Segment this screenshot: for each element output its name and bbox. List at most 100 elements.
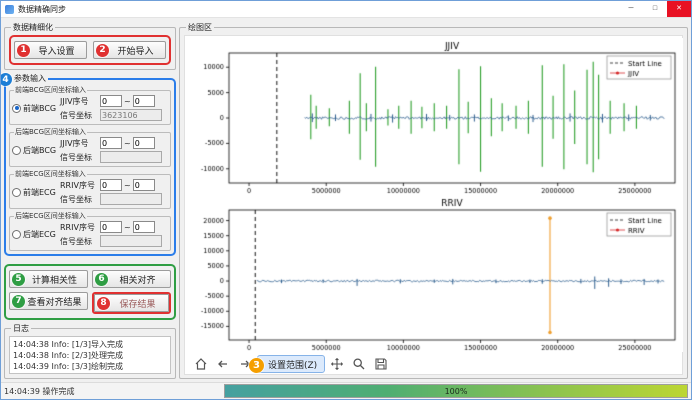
step-8-badge: 8	[97, 297, 110, 310]
channel-radio[interactable]: 后端ECG	[12, 229, 58, 240]
action-button-label: 相关对齐	[119, 273, 155, 286]
step-6-badge: 6	[95, 273, 108, 286]
log-line: 14:04:38 Info: [1/3]导入完成	[13, 339, 167, 350]
home-icon	[194, 357, 208, 371]
status-bar: 14:04:39 操作完成 100%	[1, 382, 691, 399]
figure-area: 3 设置范围(Z)	[184, 35, 683, 375]
param-section-label: 前端ECG区间坐标输入	[14, 169, 87, 179]
log-list[interactable]: 14:04:38 Info: [1/3]导入完成14:04:38 Info: […	[9, 336, 171, 374]
save-result-button[interactable]: 8 保存结果	[94, 294, 169, 312]
signal-coord-label: 信号坐标	[60, 236, 98, 247]
range-tilde: ~	[124, 181, 131, 190]
param-section-label: 后端BCG区间坐标输入	[14, 127, 87, 137]
index-range-label: JJIV序号	[60, 138, 98, 149]
param-section: 后端ECG区间坐标输入 后端ECG RRIV序号 ~ 信号坐标	[9, 216, 171, 251]
step-5-badge: 5	[12, 273, 25, 286]
pan-button[interactable]	[327, 354, 347, 374]
pan-icon	[330, 357, 344, 371]
save-figure-button[interactable]	[371, 354, 391, 374]
radio-label: 前端ECG	[23, 187, 56, 198]
param-section: 后端BCG区间坐标输入 后端BCG JJIV序号 ~ 信号坐标	[9, 132, 171, 167]
rriv-chart-canvas[interactable]	[185, 195, 683, 352]
signal-coord-label: 信号坐标	[60, 110, 98, 121]
action-button[interactable]: 5 计算相关性	[9, 270, 88, 288]
start-import-button[interactable]: 2 开始导入	[93, 41, 166, 59]
app-icon	[5, 5, 14, 14]
index-end-input[interactable]	[133, 137, 155, 149]
range-tilde: ~	[124, 139, 131, 148]
action-button[interactable]: 7查看对齐结果	[9, 292, 88, 310]
param-sections: 前端BCG区间坐标输入 前端BCG JJIV序号 ~ 信号坐标 后端BCG区间坐…	[9, 90, 171, 251]
action-button-label: 查看对齐结果	[27, 295, 81, 308]
index-start-input[interactable]	[100, 221, 122, 233]
index-end-input[interactable]	[133, 179, 155, 191]
back-arrow-icon	[216, 357, 230, 371]
app-window: 数据精确同步 ─ □ ✕ 数据精细化 1 导入设置 2 开始导入	[0, 0, 692, 400]
zoom-button[interactable]	[349, 354, 369, 374]
window-title: 数据精确同步	[18, 4, 615, 15]
set-range-button[interactable]: 3 设置范围(Z)	[257, 355, 325, 373]
radio-label: 后端ECG	[23, 229, 56, 240]
signal-coord-input[interactable]	[100, 109, 162, 121]
window-controls: ─ □ ✕	[619, 1, 691, 17]
radio-icon	[12, 146, 21, 155]
signal-coord-input[interactable]	[100, 235, 162, 247]
minimize-button[interactable]: ─	[619, 1, 643, 17]
left-panel: 数据精细化 1 导入设置 2 开始导入 参数输入 4 前端BCG区间坐标输入	[4, 21, 176, 379]
import-group-label: 数据精细化	[11, 22, 55, 33]
import-group: 数据精细化 1 导入设置 2 开始导入	[4, 27, 176, 70]
radio-icon	[12, 188, 21, 197]
param-section-label: 前端BCG区间坐标输入	[14, 85, 87, 95]
import-settings-label: 导入设置	[38, 44, 74, 57]
log-group-label: 日志	[11, 323, 31, 334]
plot-panel-label: 绘图区	[186, 22, 214, 33]
step-2-badge: 2	[96, 44, 109, 57]
param-section-label: 后端ECG区间坐标输入	[14, 211, 87, 221]
index-range-label: RRIV序号	[60, 180, 98, 191]
start-import-label: 开始导入	[117, 44, 153, 57]
channel-radio[interactable]: 前端ECG	[12, 187, 58, 198]
range-tilde: ~	[124, 97, 131, 106]
param-group: 参数输入 4 前端BCG区间坐标输入 前端BCG JJIV序号 ~ 信号坐标 后…	[4, 78, 176, 256]
import-annotation-box: 1 导入设置 2 开始导入	[9, 35, 171, 65]
action-button-label: 计算相关性	[32, 273, 77, 286]
index-start-input[interactable]	[100, 95, 122, 107]
plot-toolbar: 3 设置范围(Z)	[185, 352, 682, 376]
param-section: 前端BCG区间坐标输入 前端BCG JJIV序号 ~ 信号坐标	[9, 90, 171, 125]
save-icon	[374, 357, 388, 371]
radio-label: 后端BCG	[23, 145, 56, 156]
signal-coord-label: 信号坐标	[60, 152, 98, 163]
index-end-input[interactable]	[133, 95, 155, 107]
action-button[interactable]: 6 相关对齐	[92, 270, 171, 288]
step-7-badge: 7	[12, 295, 25, 308]
jjiv-chart-canvas[interactable]	[185, 38, 683, 195]
signal-coord-input[interactable]	[100, 151, 162, 163]
index-end-input[interactable]	[133, 221, 155, 233]
plot-panel: 绘图区 3 设置范围(Z)	[179, 27, 688, 379]
range-tilde: ~	[124, 223, 131, 232]
progress-bar: 100%	[224, 384, 688, 398]
radio-label: 前端BCG	[23, 103, 56, 114]
signal-coord-input[interactable]	[100, 193, 162, 205]
channel-radio[interactable]: 前端BCG	[12, 103, 58, 114]
step-4-badge: 4	[0, 73, 12, 86]
index-start-input[interactable]	[100, 137, 122, 149]
home-button[interactable]	[191, 354, 211, 374]
index-range-label: JJIV序号	[60, 96, 98, 107]
back-button[interactable]	[213, 354, 233, 374]
step-3-badge: 3	[249, 358, 264, 373]
param-group-label: 参数输入	[12, 73, 48, 84]
close-button[interactable]: ✕	[667, 1, 691, 17]
radio-icon	[12, 104, 21, 113]
action-button-label: 保存结果	[119, 297, 155, 310]
log-group: 日志 14:04:38 Info: [1/3]导入完成14:04:38 Info…	[4, 328, 176, 379]
titlebar: 数据精确同步 ─ □ ✕	[1, 1, 691, 18]
log-line: 14:04:38 Info: [2/3]处理完成	[13, 350, 167, 361]
log-line: 14:04:39 Info: [3/3]绘制完成	[13, 361, 167, 372]
channel-radio[interactable]: 后端BCG	[12, 145, 58, 156]
import-settings-button[interactable]: 1 导入设置	[14, 41, 87, 59]
index-start-input[interactable]	[100, 179, 122, 191]
param-section: 前端ECG区间坐标输入 前端ECG RRIV序号 ~ 信号坐标	[9, 174, 171, 209]
maximize-button[interactable]: □	[643, 1, 667, 17]
save-annotation-box: 8 保存结果	[92, 292, 171, 314]
